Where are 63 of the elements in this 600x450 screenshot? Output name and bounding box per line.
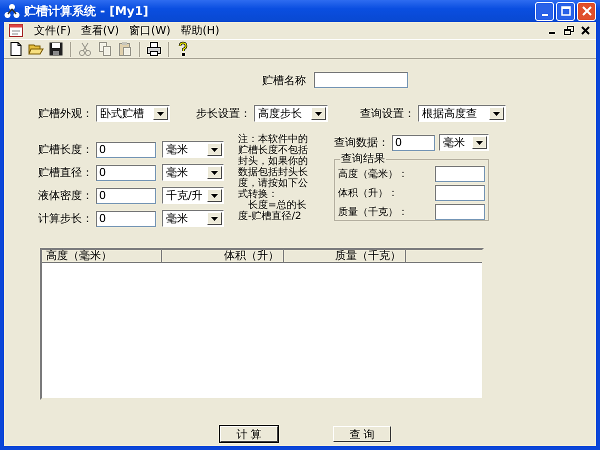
- field-label: 贮槽名称: [262, 72, 306, 88]
- minimize-icon: [542, 14, 548, 16]
- dropdown[interactable]: 千克/升: [162, 187, 224, 204]
- menu-item[interactable]: 窗口(W): [129, 23, 170, 38]
- window-title: 贮槽计算系统 - [My1]: [24, 2, 148, 20]
- group-title: 查询结果: [340, 152, 386, 166]
- note-text: 长度=总的长度-贮槽直径/2: [238, 200, 308, 222]
- input-field[interactable]: [435, 204, 485, 220]
- field-label: 查询设置：: [360, 106, 415, 121]
- caret-icon: [311, 107, 326, 120]
- dropdown[interactable]: 卧式贮槽: [96, 105, 170, 122]
- input-field[interactable]: 0: [96, 142, 156, 158]
- close-icon: [582, 6, 592, 16]
- dropdown[interactable]: 高度步长: [254, 105, 328, 122]
- document-icon: [8, 23, 24, 38]
- field-label: 计算步长：: [38, 211, 94, 226]
- save-icon[interactable]: [48, 41, 64, 57]
- dropdown[interactable]: 根据高度查: [418, 105, 506, 122]
- app-icon: [4, 3, 20, 19]
- input-field[interactable]: 0: [96, 164, 156, 180]
- field-label: 查询数据：: [334, 135, 389, 150]
- maximize-button[interactable]: [556, 2, 575, 20]
- input-field[interactable]: 0: [96, 210, 156, 226]
- field-label: 质量（千克）：: [338, 206, 408, 219]
- maximize-icon: [560, 6, 570, 16]
- caret-icon: [153, 107, 168, 120]
- dropdown[interactable]: 毫米: [162, 210, 224, 227]
- menu-item[interactable]: 查看(V): [80, 23, 120, 38]
- new-file-icon[interactable]: [8, 41, 24, 57]
- field-label: 步长设置：: [196, 106, 251, 121]
- input-field[interactable]: [435, 166, 485, 182]
- field-label: 高度（毫米）：: [338, 168, 408, 181]
- field-label: 贮槽长度：: [38, 142, 94, 157]
- field-label: 贮槽外观：: [38, 106, 93, 121]
- dropdown[interactable]: 毫米: [162, 164, 224, 181]
- caret-icon: [489, 107, 504, 120]
- field-label: 体积（升）：: [338, 186, 398, 200]
- caret-icon: [207, 212, 222, 225]
- field-label: 液体密度：: [38, 188, 94, 203]
- input-field[interactable]: [314, 72, 408, 88]
- input-field[interactable]: 0: [96, 188, 156, 204]
- action-button[interactable]: 计 算: [220, 426, 278, 442]
- close-icon[interactable]: [581, 26, 590, 35]
- menu-item[interactable]: 文件(F): [34, 23, 71, 38]
- field-label: 贮槽直径：: [38, 165, 94, 180]
- input-field[interactable]: 0: [392, 134, 435, 150]
- dropdown[interactable]: 毫米: [162, 141, 224, 158]
- close-button[interactable]: [577, 2, 596, 20]
- column-header[interactable]: 高度（毫米）: [42, 250, 162, 263]
- column-header[interactable]: 体积（升）: [162, 250, 284, 263]
- dropdown[interactable]: 毫米: [439, 134, 489, 151]
- restore-icon[interactable]: [564, 26, 574, 35]
- input-field[interactable]: [435, 185, 485, 201]
- caret-icon: [207, 189, 222, 202]
- printer-icon[interactable]: [146, 41, 162, 57]
- column-header[interactable]: 质量（千克）: [284, 250, 406, 263]
- caret-icon: [472, 136, 487, 149]
- menu-item[interactable]: 帮助(H): [180, 23, 220, 38]
- caret-icon: [207, 143, 222, 156]
- note-text: 注：本软件中的贮槽长度不包括封头，如果你的数据包括封头长度，请按如下公式转换：: [238, 134, 309, 200]
- action-button[interactable]: 查 询: [333, 426, 391, 442]
- caret-icon: [207, 166, 222, 179]
- minimize-button[interactable]: [535, 2, 554, 20]
